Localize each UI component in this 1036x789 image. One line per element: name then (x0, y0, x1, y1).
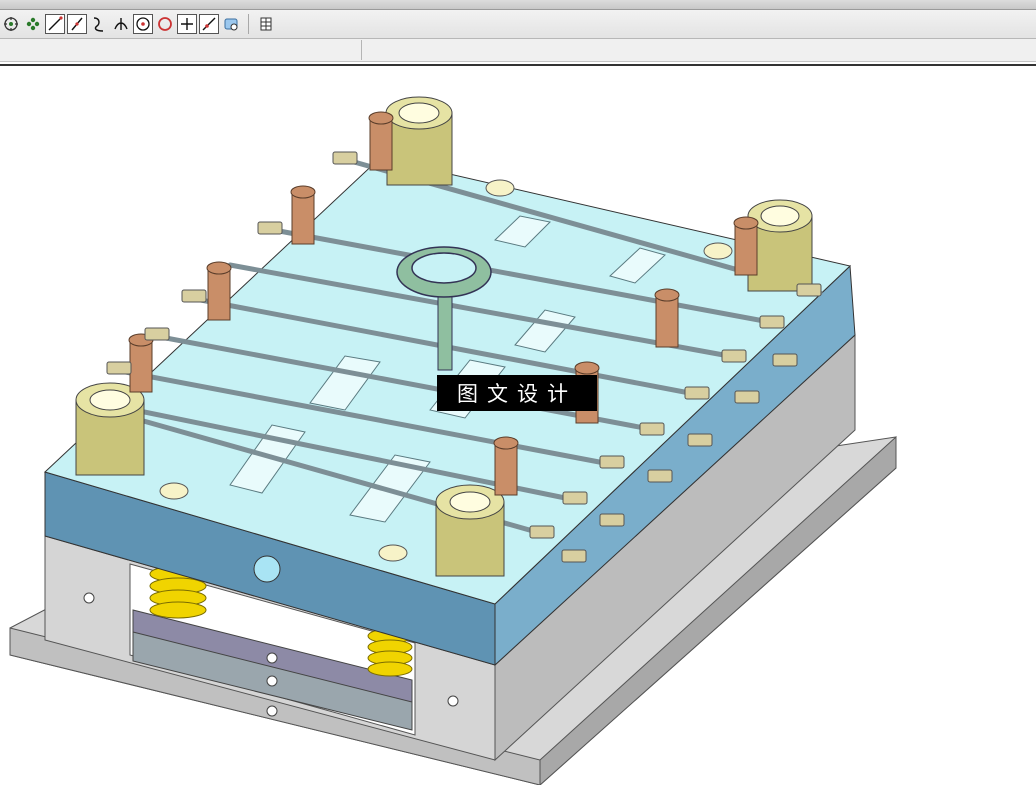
subbar-divider (361, 40, 362, 60)
status-subbar (0, 39, 1036, 62)
window-top-strip (0, 0, 1036, 10)
toolbar-separator (248, 14, 249, 34)
toolbar-icon-group (0, 11, 277, 37)
circle-center-icon[interactable] (133, 14, 153, 34)
mold-assembly-render (9, 96, 897, 787)
curve-icon[interactable] (89, 14, 109, 34)
grid-table-icon[interactable] (256, 14, 276, 34)
crosshair-icon[interactable] (177, 14, 197, 34)
existing-point-icon[interactable] (221, 14, 241, 34)
watermark-label: 图文设计 (437, 375, 597, 411)
tangent-icon[interactable] (199, 14, 219, 34)
snap-toolbar (0, 10, 1036, 39)
line-icon[interactable] (45, 14, 65, 34)
snap-point-icon[interactable] (1, 14, 21, 34)
slash-line-icon[interactable] (67, 14, 87, 34)
3d-viewport[interactable]: 图文设计 (0, 66, 1036, 787)
quadrant-point-icon[interactable] (155, 14, 175, 34)
snap-grid-icon[interactable] (23, 14, 43, 34)
intersection-icon[interactable] (111, 14, 131, 34)
